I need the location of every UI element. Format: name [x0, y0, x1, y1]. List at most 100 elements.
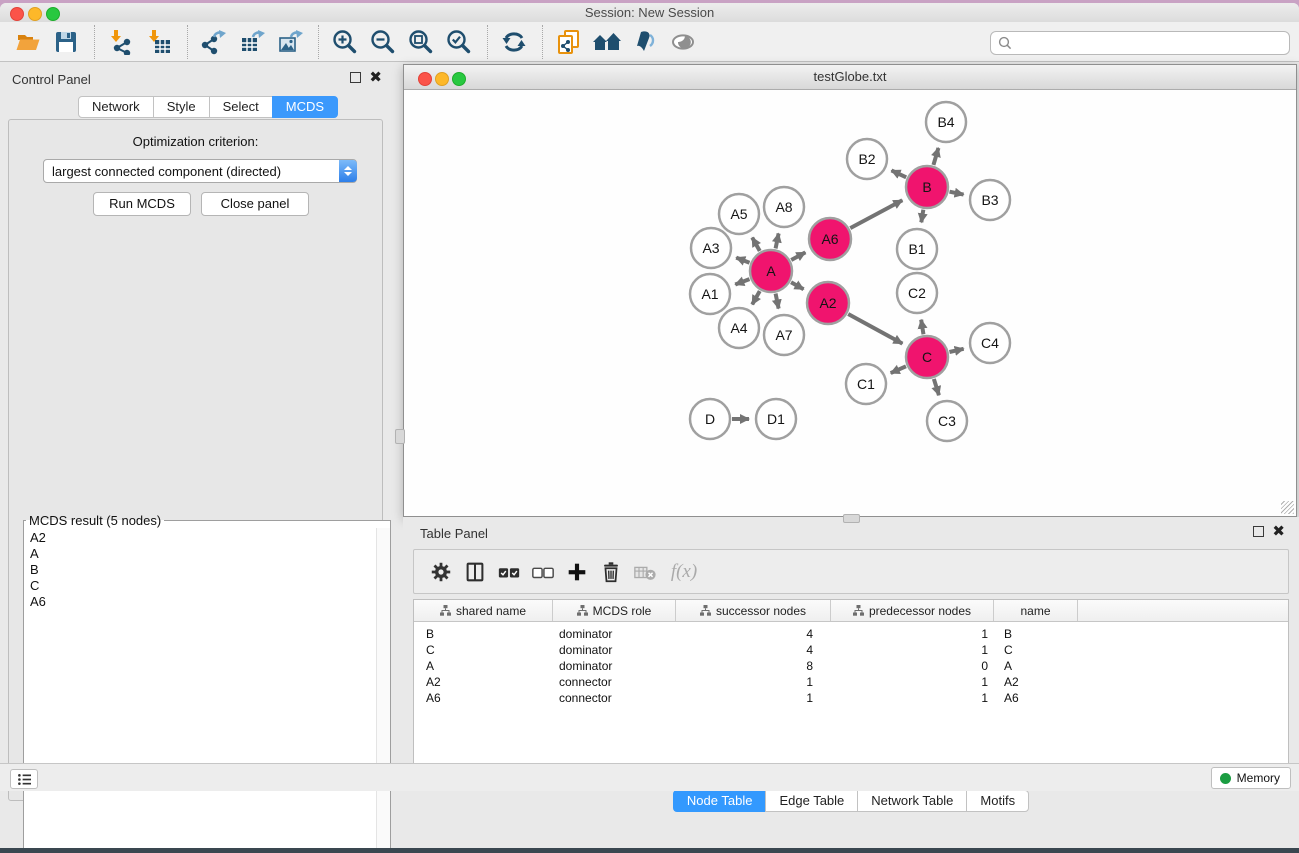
table-cell[interactable]: A6: [414, 691, 553, 705]
resize-grip[interactable]: [1281, 501, 1294, 514]
tab-motifs[interactable]: Motifs: [966, 790, 1029, 812]
graph-edge-B-B1[interactable]: [921, 210, 923, 223]
graph-node-C[interactable]: C: [906, 336, 948, 378]
table-cell[interactable]: dominator: [553, 643, 676, 657]
graph-node-B4[interactable]: B4: [926, 102, 966, 142]
result-scrollbar[interactable]: [376, 528, 390, 848]
table-cell[interactable]: connector: [553, 675, 676, 689]
export-image-icon[interactable]: [274, 26, 306, 58]
vertical-divider-handle[interactable]: [395, 429, 405, 444]
close-panel-icon[interactable]: ✖: [369, 72, 382, 83]
network-canvas[interactable]: B4B2BB3A8A5A6A3B1AA1C2A2A4A7C4CC1C3DD1: [404, 90, 1296, 516]
close-panel-button[interactable]: Close panel: [201, 192, 309, 216]
graph-node-D[interactable]: D: [690, 399, 730, 439]
table-cell[interactable]: A2: [994, 675, 1078, 689]
export-table-icon[interactable]: [236, 26, 268, 58]
graph-node-A[interactable]: A: [750, 250, 792, 292]
gear-icon[interactable]: [424, 557, 458, 587]
zoom-fit-icon[interactable]: [405, 26, 437, 58]
graph-edge-B-B3[interactable]: [950, 192, 964, 195]
graph-node-A5[interactable]: A5: [719, 194, 759, 234]
deselect-checkboxes-icon[interactable]: [526, 557, 560, 587]
close-panel-icon[interactable]: ✖: [1272, 526, 1285, 537]
table-cell[interactable]: A6: [994, 691, 1078, 705]
zoom-out-icon[interactable]: [367, 26, 399, 58]
tab-style[interactable]: Style: [153, 96, 210, 118]
hide-graphics-details-icon[interactable]: [629, 26, 661, 58]
tab-node-table[interactable]: Node Table: [673, 790, 767, 812]
float-panel-icon[interactable]: [350, 72, 361, 83]
table-cell[interactable]: C: [414, 643, 553, 657]
delete-column-trash-icon[interactable]: [594, 557, 628, 587]
table-cell[interactable]: A: [994, 659, 1078, 673]
result-list-item[interactable]: A2: [24, 530, 376, 546]
table-cell[interactable]: C: [994, 643, 1078, 657]
table-cell[interactable]: A: [414, 659, 553, 673]
graph-node-A3[interactable]: A3: [691, 228, 731, 268]
table-cell[interactable]: 1: [831, 691, 994, 705]
zoom-selected-icon[interactable]: [443, 26, 475, 58]
table-cell[interactable]: 1: [831, 643, 994, 657]
table-cell[interactable]: 1: [676, 675, 831, 689]
graph-node-A1[interactable]: A1: [690, 274, 730, 314]
result-list-item[interactable]: A: [24, 546, 376, 562]
optimization-criterion-select[interactable]: largest connected component (directed): [43, 159, 357, 183]
horizontal-divider-handle[interactable]: [843, 514, 860, 523]
run-mcds-button[interactable]: Run MCDS: [93, 192, 191, 216]
table-cell[interactable]: 1: [831, 675, 994, 689]
result-list-item[interactable]: A6: [24, 594, 376, 610]
graph-node-C2[interactable]: C2: [897, 273, 937, 313]
graph-edge-B-B2[interactable]: [891, 170, 906, 177]
graph-edge-A-A3[interactable]: [736, 258, 749, 263]
graph-node-A7[interactable]: A7: [764, 315, 804, 355]
search-input[interactable]: [1016, 33, 1289, 53]
column-header-mcds-role[interactable]: MCDS role: [553, 600, 676, 621]
graph-node-C1[interactable]: C1: [846, 364, 886, 404]
graph-edge-A-A8[interactable]: [776, 233, 779, 248]
table-cell[interactable]: 0: [831, 659, 994, 673]
table-row[interactable]: Cdominator41C: [414, 642, 1288, 658]
graph-edge-B-B4[interactable]: [933, 148, 938, 165]
table-cell[interactable]: B: [414, 627, 553, 641]
home-networks-icon[interactable]: [591, 26, 623, 58]
graph-edge-A-A2[interactable]: [791, 282, 804, 289]
tab-network-table[interactable]: Network Table: [857, 790, 967, 812]
graph-edge-C-C3[interactable]: [934, 379, 939, 395]
graph-edge-A-A4[interactable]: [752, 291, 760, 304]
table-row[interactable]: Adominator80A: [414, 658, 1288, 674]
tab-network[interactable]: Network: [78, 96, 154, 118]
table-cell[interactable]: dominator: [553, 627, 676, 641]
tab-select[interactable]: Select: [209, 96, 273, 118]
graph-node-C3[interactable]: C3: [927, 401, 967, 441]
graph-node-A4[interactable]: A4: [719, 308, 759, 348]
column-header-successor-nodes[interactable]: successor nodes: [676, 600, 831, 621]
graph-node-A6[interactable]: A6: [809, 218, 851, 260]
graph-edge-A2-C[interactable]: [848, 314, 902, 344]
graph-node-B[interactable]: B: [906, 166, 948, 208]
select-all-checkboxes-icon[interactable]: [492, 557, 526, 587]
result-list-item[interactable]: B: [24, 562, 376, 578]
table-cell[interactable]: A2: [414, 675, 553, 689]
graph-edge-A-A1[interactable]: [735, 279, 749, 284]
graph-node-A8[interactable]: A8: [764, 187, 804, 227]
add-column-icon[interactable]: [560, 557, 594, 587]
table-cell[interactable]: connector: [553, 691, 676, 705]
graph-node-D1[interactable]: D1: [756, 399, 796, 439]
table-row[interactable]: Bdominator41B: [414, 626, 1288, 642]
tab-edge-table[interactable]: Edge Table: [765, 790, 858, 812]
column-header-predecessor-nodes[interactable]: predecessor nodes: [831, 600, 994, 621]
graph-node-A2[interactable]: A2: [807, 282, 849, 324]
table-row[interactable]: A6connector11A6: [414, 690, 1288, 706]
refresh-icon[interactable]: [498, 26, 530, 58]
table-cell[interactable]: 4: [676, 627, 831, 641]
graph-edge-C-C1[interactable]: [891, 366, 906, 373]
graph-node-B3[interactable]: B3: [970, 180, 1010, 220]
column-split-icon[interactable]: [458, 557, 492, 587]
graph-node-C4[interactable]: C4: [970, 323, 1010, 363]
graph-edge-A-A7[interactable]: [776, 294, 779, 309]
memory-button[interactable]: Memory: [1211, 767, 1291, 789]
table-cell[interactable]: 8: [676, 659, 831, 673]
table-cell[interactable]: 4: [676, 643, 831, 657]
table-cell[interactable]: 1: [676, 691, 831, 705]
table-row[interactable]: A2connector11A2: [414, 674, 1288, 690]
